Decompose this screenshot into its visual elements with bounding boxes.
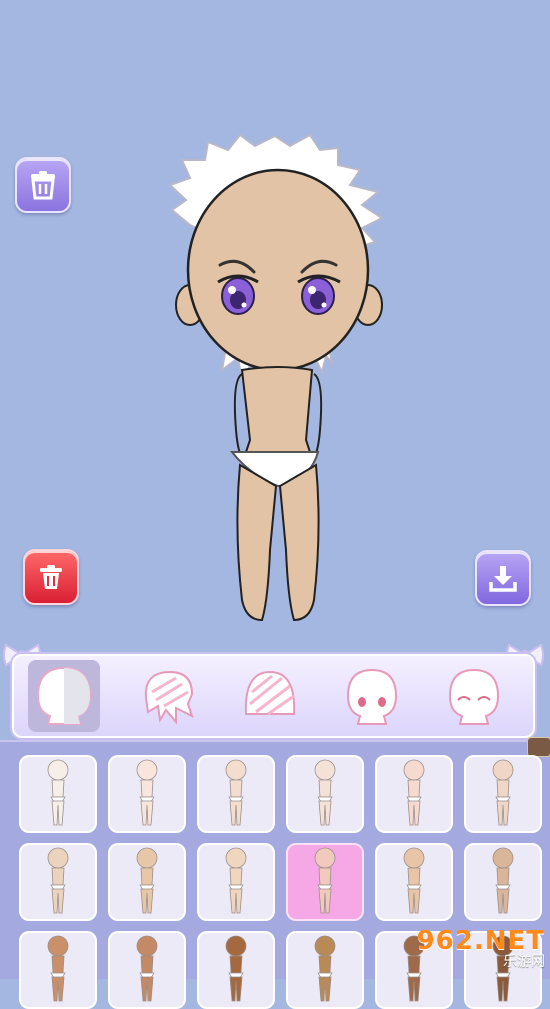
- character-stage: [0, 0, 550, 740]
- body-figure-icon: [314, 847, 336, 914]
- corner-badge-icon: [527, 737, 550, 757]
- skin-option[interactable]: [464, 843, 542, 921]
- body-figure-icon: [314, 759, 336, 826]
- body-figure-icon: [136, 759, 158, 826]
- body-figure-icon: [225, 759, 247, 826]
- skin-option[interactable]: [108, 755, 186, 833]
- skin-option[interactable]: [19, 931, 97, 1009]
- character-preview: [168, 133, 385, 622]
- body-figure-icon: [492, 759, 514, 826]
- body-figure-icon: [47, 759, 69, 826]
- watermark: 962.NET 乐游网: [415, 926, 545, 972]
- download-icon: [489, 566, 517, 592]
- skin-option[interactable]: [375, 755, 453, 833]
- body-figure-icon: [47, 935, 69, 1002]
- tab-eyes[interactable]: [336, 660, 408, 732]
- body-skin-icon: [36, 666, 92, 725]
- skin-option[interactable]: [464, 755, 542, 833]
- trash-icon: [40, 565, 62, 589]
- body-figure-icon: [403, 759, 425, 826]
- tab-expression[interactable]: [438, 660, 510, 732]
- watermark-brand: 962.NET: [416, 926, 545, 956]
- skin-option[interactable]: [197, 931, 275, 1009]
- body-figure-icon: [136, 935, 158, 1002]
- body-figure-icon: [136, 847, 158, 914]
- tab-hair-front[interactable]: [234, 660, 306, 732]
- clear-all-icon: [31, 171, 55, 200]
- skin-option[interactable]: [108, 931, 186, 1009]
- tab-body[interactable]: [28, 660, 100, 732]
- hair-icon: [144, 670, 194, 725]
- skin-option[interactable]: [19, 755, 97, 833]
- body-figure-icon: [225, 847, 247, 914]
- save-button[interactable]: [475, 550, 531, 606]
- category-tab-bar: [12, 654, 535, 738]
- body-figure-icon: [314, 935, 336, 1002]
- skin-option[interactable]: [286, 931, 364, 1009]
- body-figure-icon: [492, 847, 514, 914]
- body-figure-icon: [47, 847, 69, 914]
- face-expression-icon: [448, 668, 500, 725]
- skin-option[interactable]: [375, 843, 453, 921]
- skin-option[interactable]: [286, 755, 364, 833]
- skin-option[interactable]: [197, 755, 275, 833]
- body-figure-icon: [403, 847, 425, 914]
- skin-option[interactable]: [19, 843, 97, 921]
- watermark-sub: 乐游网: [503, 954, 545, 970]
- skin-option[interactable]: [108, 843, 186, 921]
- body-figure-icon: [225, 935, 247, 1002]
- face-eyes-icon: [346, 668, 398, 725]
- skin-option[interactable]: [286, 843, 364, 921]
- tab-hair-back[interactable]: [132, 660, 204, 732]
- skin-option[interactable]: [197, 843, 275, 921]
- bangs-icon: [244, 670, 296, 716]
- clear-all-button[interactable]: [15, 157, 71, 213]
- delete-button[interactable]: [23, 549, 79, 605]
